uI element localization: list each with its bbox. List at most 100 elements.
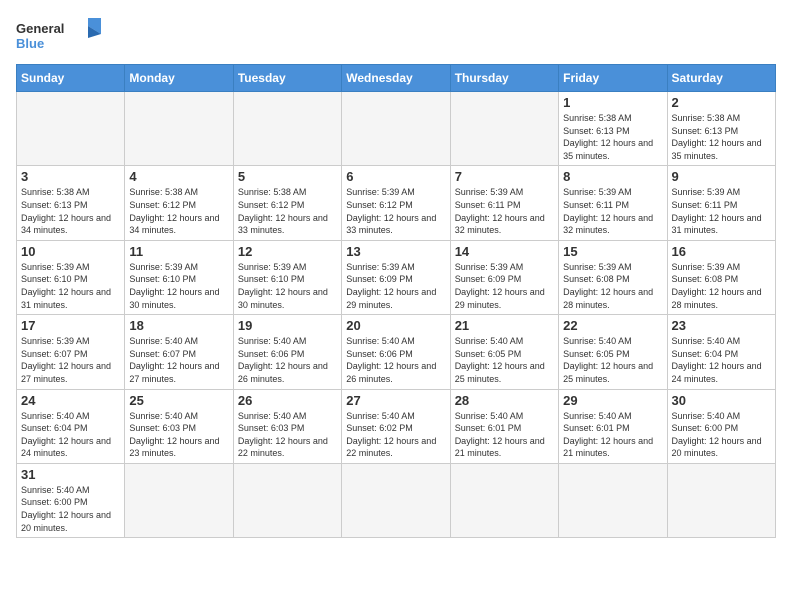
calendar-cell: 21 Sunrise: 5:40 AMSunset: 6:05 PMDayligh…	[450, 315, 558, 389]
day-number: 13	[346, 244, 445, 259]
day-header-thursday: Thursday	[450, 65, 558, 92]
calendar-header-row: SundayMondayTuesdayWednesdayThursdayFrid…	[17, 65, 776, 92]
calendar-cell: 4Sunrise: 5:38 AMSunset: 6:12 PMDaylight…	[125, 166, 233, 240]
day-header-saturday: Saturday	[667, 65, 775, 92]
calendar-cell: 8Sunrise: 5:39 AMSunset: 6:11 PMDaylight…	[559, 166, 667, 240]
calendar-cell	[17, 92, 125, 166]
calendar-cell: 1 Sunrise: 5:38 AMSunset: 6:13 PMDaylight…	[559, 92, 667, 166]
calendar-cell: 26Sunrise: 5:40 AMSunset: 6:03 PMDayligh…	[233, 389, 341, 463]
day-number: 26	[238, 393, 337, 408]
day-info: Sunrise: 5:39 AMSunset: 6:08 PMDaylight:…	[672, 261, 771, 311]
day-number: 7	[455, 169, 554, 184]
day-info: Sunrise: 5:39 AMSunset: 6:11 PMDaylight:…	[672, 186, 771, 236]
calendar-cell: 23Sunrise: 5:40 AMSunset: 6:04 PMDayligh…	[667, 315, 775, 389]
day-info: Sunrise: 5:38 AMSunset: 6:12 PMDaylight:…	[238, 186, 337, 236]
day-info: Sunrise: 5:39 AMSunset: 6:07 PMDaylight:…	[21, 335, 120, 385]
day-info: Sunrise: 5:39 AMSunset: 6:12 PMDaylight:…	[346, 186, 445, 236]
day-info: Sunrise: 5:39 AMSunset: 6:10 PMDaylight:…	[238, 261, 337, 311]
day-number: 29	[563, 393, 662, 408]
day-info: Sunrise: 5:40 AMSunset: 6:00 PMDaylight:…	[21, 484, 120, 534]
day-header-sunday: Sunday	[17, 65, 125, 92]
day-info: Sunrise: 5:39 AMSunset: 6:10 PMDaylight:…	[129, 261, 228, 311]
day-info: Sunrise: 5:40 AMSunset: 6:01 PMDaylight:…	[563, 410, 662, 460]
day-info: Sunrise: 5:40 AMSunset: 6:00 PMDaylight:…	[672, 410, 771, 460]
day-info: Sunrise: 5:40 AMSunset: 6:02 PMDaylight:…	[346, 410, 445, 460]
calendar-cell: 12 Sunrise: 5:39 AMSunset: 6:10 PMDayligh…	[233, 240, 341, 314]
day-header-wednesday: Wednesday	[342, 65, 450, 92]
day-info: Sunrise: 5:38 AMSunset: 6:12 PMDaylight:…	[129, 186, 228, 236]
calendar-cell: 27 Sunrise: 5:40 AMSunset: 6:02 PMDayligh…	[342, 389, 450, 463]
calendar-cell: 15 Sunrise: 5:39 AMSunset: 6:08 PMDayligh…	[559, 240, 667, 314]
logo: General Blue	[16, 16, 106, 56]
day-number: 11	[129, 244, 228, 259]
calendar-cell: 13 Sunrise: 5:39 AMSunset: 6:09 PMDayligh…	[342, 240, 450, 314]
svg-text:Blue: Blue	[16, 36, 44, 51]
day-number: 24	[21, 393, 120, 408]
day-number: 6	[346, 169, 445, 184]
calendar-cell	[125, 463, 233, 537]
calendar-cell	[233, 92, 341, 166]
day-info: Sunrise: 5:39 AMSunset: 6:09 PMDaylight:…	[346, 261, 445, 311]
calendar-cell: 29 Sunrise: 5:40 AMSunset: 6:01 PMDayligh…	[559, 389, 667, 463]
day-number: 18	[129, 318, 228, 333]
day-number: 25	[129, 393, 228, 408]
day-info: Sunrise: 5:40 AMSunset: 6:06 PMDaylight:…	[346, 335, 445, 385]
calendar-cell: 25 Sunrise: 5:40 AMSunset: 6:03 PMDayligh…	[125, 389, 233, 463]
day-info: Sunrise: 5:39 AMSunset: 6:09 PMDaylight:…	[455, 261, 554, 311]
calendar-cell: 31Sunrise: 5:40 AMSunset: 6:00 PMDayligh…	[17, 463, 125, 537]
day-info: Sunrise: 5:39 AMSunset: 6:08 PMDaylight:…	[563, 261, 662, 311]
day-info: Sunrise: 5:40 AMSunset: 6:05 PMDaylight:…	[563, 335, 662, 385]
day-info: Sunrise: 5:40 AMSunset: 6:04 PMDaylight:…	[21, 410, 120, 460]
day-number: 5	[238, 169, 337, 184]
day-number: 15	[563, 244, 662, 259]
svg-text:General: General	[16, 21, 64, 36]
calendar-cell	[233, 463, 341, 537]
day-number: 16	[672, 244, 771, 259]
day-info: Sunrise: 5:40 AMSunset: 6:01 PMDaylight:…	[455, 410, 554, 460]
calendar-week-2: 3 Sunrise: 5:38 AMSunset: 6:13 PMDaylight…	[17, 166, 776, 240]
calendar-cell: 7Sunrise: 5:39 AMSunset: 6:11 PMDaylight…	[450, 166, 558, 240]
day-info: Sunrise: 5:38 AMSunset: 6:13 PMDaylight:…	[672, 112, 771, 162]
day-info: Sunrise: 5:40 AMSunset: 6:03 PMDaylight:…	[129, 410, 228, 460]
day-number: 2	[672, 95, 771, 110]
day-number: 22	[563, 318, 662, 333]
calendar-cell: 30 Sunrise: 5:40 AMSunset: 6:00 PMDayligh…	[667, 389, 775, 463]
calendar-week-6: 31Sunrise: 5:40 AMSunset: 6:00 PMDayligh…	[17, 463, 776, 537]
day-number: 1	[563, 95, 662, 110]
day-number: 23	[672, 318, 771, 333]
day-number: 27	[346, 393, 445, 408]
day-number: 21	[455, 318, 554, 333]
calendar-week-4: 17 Sunrise: 5:39 AMSunset: 6:07 PMDayligh…	[17, 315, 776, 389]
day-info: Sunrise: 5:40 AMSunset: 6:07 PMDaylight:…	[129, 335, 228, 385]
calendar-cell: 6 Sunrise: 5:39 AMSunset: 6:12 PMDaylight…	[342, 166, 450, 240]
day-header-friday: Friday	[559, 65, 667, 92]
logo-svg: General Blue	[16, 16, 106, 56]
header: General Blue	[16, 16, 776, 56]
day-info: Sunrise: 5:38 AMSunset: 6:13 PMDaylight:…	[21, 186, 120, 236]
day-number: 12	[238, 244, 337, 259]
calendar-cell: 18 Sunrise: 5:40 AMSunset: 6:07 PMDayligh…	[125, 315, 233, 389]
calendar-cell	[450, 463, 558, 537]
calendar-cell	[125, 92, 233, 166]
day-number: 10	[21, 244, 120, 259]
calendar-week-3: 10 Sunrise: 5:39 AMSunset: 6:10 PMDayligh…	[17, 240, 776, 314]
day-header-monday: Monday	[125, 65, 233, 92]
day-info: Sunrise: 5:40 AMSunset: 6:06 PMDaylight:…	[238, 335, 337, 385]
calendar-cell	[667, 463, 775, 537]
day-number: 3	[21, 169, 120, 184]
day-number: 30	[672, 393, 771, 408]
calendar-cell	[342, 92, 450, 166]
day-number: 28	[455, 393, 554, 408]
calendar-cell: 28 Sunrise: 5:40 AMSunset: 6:01 PMDayligh…	[450, 389, 558, 463]
calendar-cell: 24 Sunrise: 5:40 AMSunset: 6:04 PMDayligh…	[17, 389, 125, 463]
day-number: 20	[346, 318, 445, 333]
day-number: 9	[672, 169, 771, 184]
calendar-cell: 3 Sunrise: 5:38 AMSunset: 6:13 PMDaylight…	[17, 166, 125, 240]
day-number: 17	[21, 318, 120, 333]
calendar-cell: 2 Sunrise: 5:38 AMSunset: 6:13 PMDaylight…	[667, 92, 775, 166]
calendar-cell	[559, 463, 667, 537]
day-info: Sunrise: 5:38 AMSunset: 6:13 PMDaylight:…	[563, 112, 662, 162]
day-number: 14	[455, 244, 554, 259]
day-info: Sunrise: 5:40 AMSunset: 6:05 PMDaylight:…	[455, 335, 554, 385]
calendar-cell	[450, 92, 558, 166]
